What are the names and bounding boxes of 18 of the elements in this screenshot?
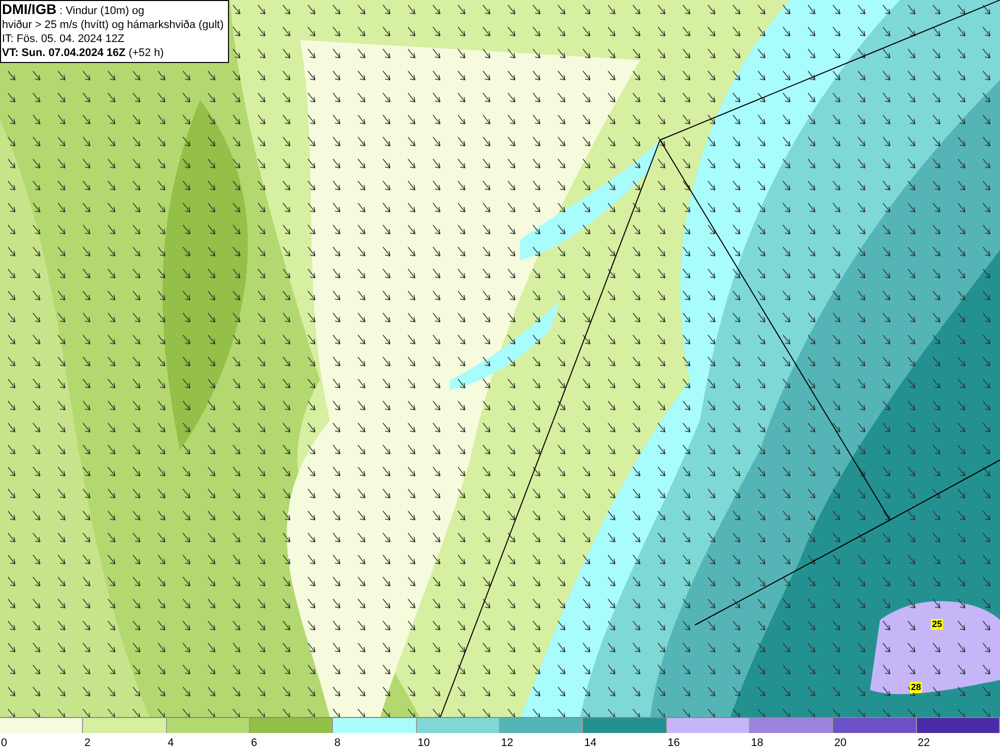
legend-label: 18 <box>750 737 764 747</box>
gust-label: 25 <box>931 619 944 630</box>
legend-label: 12 <box>500 737 514 747</box>
legend-label: 0 <box>0 737 8 747</box>
legend-label: 22 <box>916 737 930 747</box>
legend-label: 8 <box>333 737 340 747</box>
legend-label: 4 <box>166 737 174 747</box>
legend-label: 6 <box>250 737 258 747</box>
gust-label: 28 <box>910 682 922 693</box>
title-line: DMI/IGB : Vindur (10m) og <box>2 2 146 18</box>
legend-label: 16 <box>666 737 680 747</box>
legend-label: 20 <box>833 737 847 747</box>
legend-label: 2 <box>83 737 90 747</box>
legend-label: 14 <box>583 737 597 747</box>
title-line: IT: Fös. 05. 04. 2024 12Z <box>2 32 126 46</box>
legend-label: 10 <box>416 737 430 747</box>
title-line: VT: Sun. 07.04.2024 16Z (+52 h) <box>2 46 165 60</box>
title-line: hviður > 25 m/s (hvítt) og hámarkshviða (gult) <box>2 18 224 32</box>
